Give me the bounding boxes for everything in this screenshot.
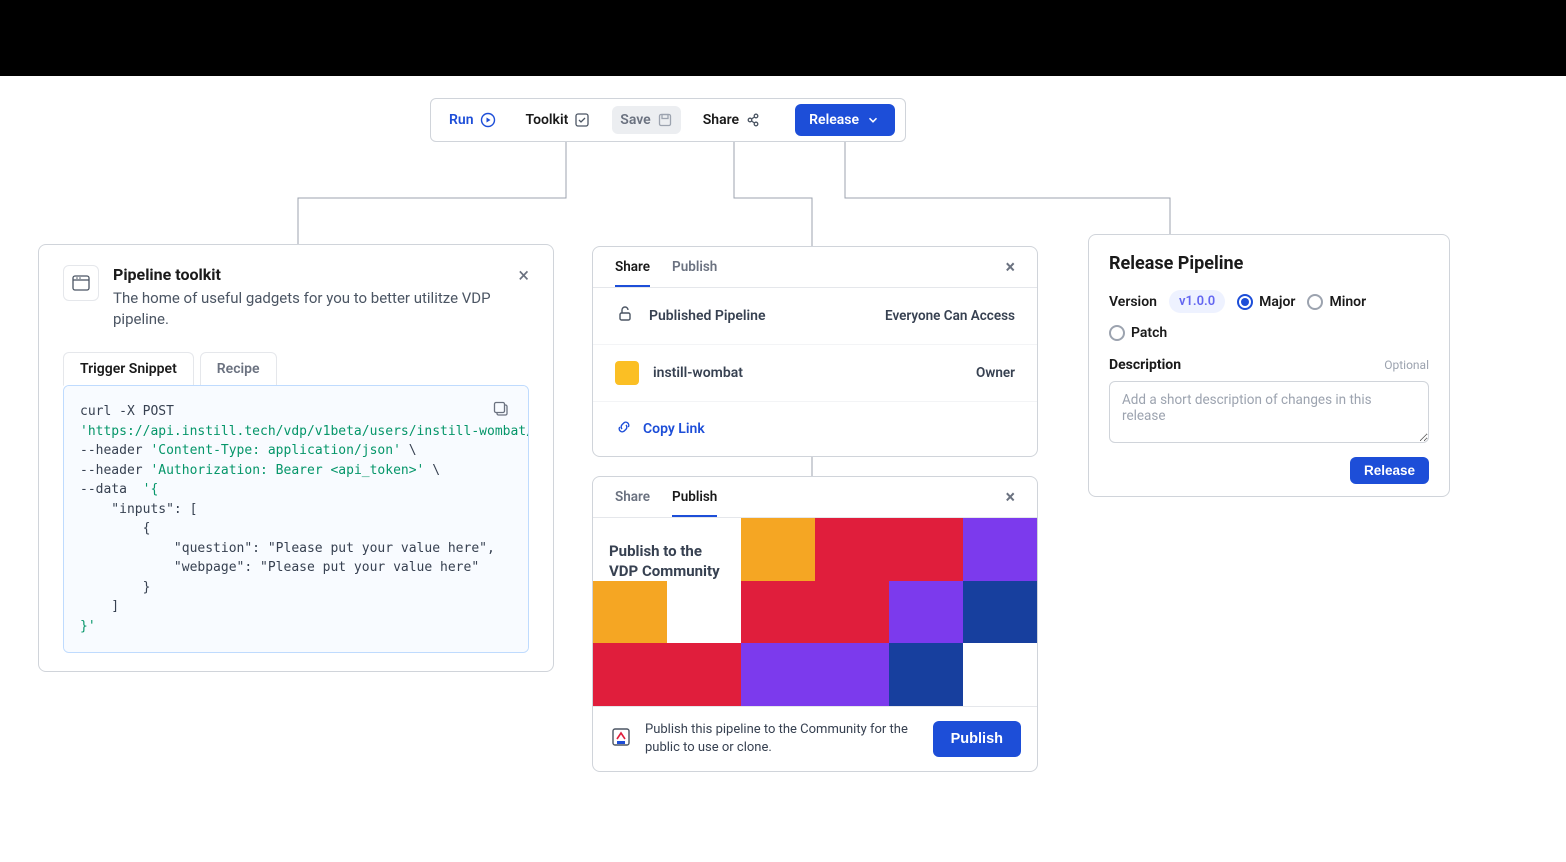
toolkit-panel-description: The home of useful gadgets for you to be… (113, 288, 504, 330)
share-row-label: instill-wombat (653, 365, 743, 381)
grid-cell (815, 518, 889, 581)
share-row-value: Everyone Can Access (885, 308, 1015, 324)
release-button[interactable]: Release (795, 104, 895, 136)
share-row-published: Published Pipeline Everyone Can Access (593, 288, 1037, 345)
publish-hero: Publish to the VDP Community (593, 518, 1037, 706)
toolbar: Run Toolkit Save Share Release (430, 98, 906, 142)
share-tab-share[interactable]: Share (615, 259, 650, 287)
release-panel-title: Release Pipeline (1109, 253, 1429, 274)
toolkit-label: Toolkit (526, 112, 569, 128)
share-row-label: Published Pipeline (649, 308, 766, 324)
toolkit-panel: Pipeline toolkit The home of useful gadg… (38, 244, 554, 672)
grid-cell (889, 581, 963, 644)
grid-cell (889, 518, 963, 581)
grid-cell (815, 643, 889, 706)
hero-line2: VDP Community (609, 562, 720, 582)
grid-cell (593, 581, 667, 644)
release-label: Release (809, 112, 859, 128)
link-icon (615, 418, 633, 440)
toolkit-button[interactable]: Toolkit (518, 106, 599, 134)
chevron-down-icon (865, 112, 881, 128)
grid-cell (963, 518, 1037, 581)
publish-icon (609, 725, 633, 753)
close-icon[interactable]: × (1005, 489, 1015, 517)
grid-cell (741, 518, 815, 581)
release-panel: Release Pipeline Version v1.0.0 Major Mi… (1088, 234, 1450, 497)
radio-patch[interactable]: Patch (1109, 325, 1167, 341)
run-label: Run (449, 112, 474, 128)
tab-trigger-snippet[interactable]: Trigger Snippet (63, 352, 194, 386)
canvas: Run Toolkit Save Share Release (0, 76, 1566, 862)
publish-button[interactable]: Publish (933, 721, 1021, 757)
toolkit-icon (574, 112, 590, 128)
publish-footer-text: Publish this pipeline to the Community f… (645, 721, 921, 756)
save-icon (657, 112, 673, 128)
tab-recipe[interactable]: Recipe (200, 352, 277, 386)
code-snippet: curl -X POST 'https://api.instill.tech/v… (63, 385, 529, 653)
version-badge: v1.0.0 (1169, 290, 1225, 313)
copy-link-label: Copy Link (643, 421, 705, 437)
description-label: Description (1109, 357, 1181, 373)
release-submit-button[interactable]: Release (1350, 457, 1429, 484)
radio-minor[interactable]: Minor (1307, 294, 1366, 310)
grid-cell (593, 643, 667, 706)
save-button[interactable]: Save (612, 106, 680, 134)
version-label: Version (1109, 294, 1157, 310)
play-icon (480, 112, 496, 128)
publish-tab-publish[interactable]: Publish (672, 489, 717, 517)
share-button[interactable]: Share (695, 106, 769, 134)
grid-cell (667, 643, 741, 706)
publish-tab-share[interactable]: Share (615, 489, 650, 517)
share-label: Share (703, 112, 739, 128)
share-tab-publish[interactable]: Publish (672, 259, 717, 287)
copy-icon[interactable] (492, 400, 514, 422)
share-panel: Share Publish × Published Pipeline Every… (592, 246, 1038, 457)
top-black-bar (0, 0, 1566, 76)
save-label: Save (620, 112, 650, 128)
optional-label: Optional (1384, 358, 1429, 372)
grid-cell (741, 643, 815, 706)
grid-cell (963, 581, 1037, 644)
hero-line1: Publish to the (609, 542, 720, 562)
share-row-value: Owner (976, 365, 1015, 381)
copy-link-button[interactable]: Copy Link (593, 402, 1037, 456)
toolkit-panel-icon (63, 265, 99, 301)
close-icon[interactable]: × (1005, 259, 1015, 287)
toolkit-panel-title: Pipeline toolkit (113, 265, 504, 284)
grid-cell (963, 643, 1037, 706)
grid-cell (815, 581, 889, 644)
grid-cell (667, 581, 741, 644)
close-icon[interactable]: × (518, 265, 529, 285)
share-row-owner: instill-wombat Owner (593, 345, 1037, 402)
radio-major[interactable]: Major (1237, 294, 1295, 310)
run-button[interactable]: Run (441, 106, 504, 134)
publish-panel: Share Publish × Publish to the VDP Commu… (592, 476, 1038, 772)
description-input[interactable] (1109, 381, 1429, 443)
lock-icon (615, 304, 635, 328)
share-icon (745, 112, 761, 128)
grid-cell (741, 581, 815, 644)
avatar (615, 361, 639, 385)
grid-cell (889, 643, 963, 706)
